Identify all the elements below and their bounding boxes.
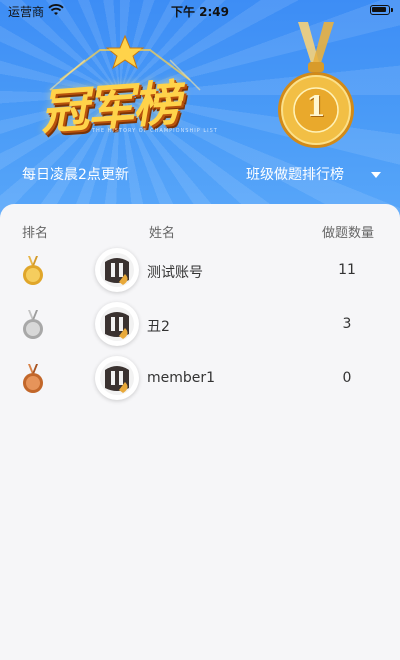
bronze-medal-icon bbox=[23, 364, 43, 393]
name-column-header: 姓名 bbox=[149, 226, 176, 241]
question-count: 3 bbox=[342, 316, 352, 332]
status-time: 下午 2:49 bbox=[170, 5, 230, 19]
avatar[interactable] bbox=[95, 356, 139, 400]
battery-icon bbox=[370, 5, 393, 15]
avatar[interactable] bbox=[95, 248, 139, 292]
member-name: member1 bbox=[147, 370, 216, 386]
title-art-subtitle: THE HISTORY OF CHAMPIONSHIP LIST bbox=[92, 128, 218, 134]
member-name: 丑2 bbox=[147, 319, 170, 335]
chevron-down-icon[interactable] bbox=[371, 172, 381, 178]
rank-column-header: 排名 bbox=[22, 226, 49, 241]
table-row[interactable]: 丑2 3 bbox=[0, 297, 400, 351]
update-note: 每日凌晨2点更新 bbox=[22, 167, 129, 183]
count-column-header: 做题数量 bbox=[322, 226, 375, 241]
member-name: 测试账号 bbox=[147, 265, 203, 281]
gold-medal-icon bbox=[278, 22, 354, 148]
header-banner: 运营商 下午 2:49 冠军榜 THE HISTORY OF CHAMPIONS… bbox=[0, 0, 400, 232]
avatar[interactable] bbox=[95, 302, 139, 346]
silver-medal-icon bbox=[23, 310, 43, 339]
board-selector[interactable]: 班级做题排行榜 bbox=[246, 164, 344, 184]
ranking-card: 排名 姓名 做题数量 测试账号 11 丑2 3 member1 0 bbox=[0, 204, 400, 660]
gold-medal-icon bbox=[23, 256, 43, 285]
table-row[interactable]: 测试账号 11 bbox=[0, 243, 400, 297]
question-count: 0 bbox=[342, 370, 352, 386]
medal-number: 1 bbox=[306, 90, 326, 123]
status-bar: 运营商 下午 2:49 bbox=[0, 0, 400, 22]
table-row[interactable]: member1 0 bbox=[0, 351, 400, 405]
question-count: 11 bbox=[338, 262, 356, 278]
